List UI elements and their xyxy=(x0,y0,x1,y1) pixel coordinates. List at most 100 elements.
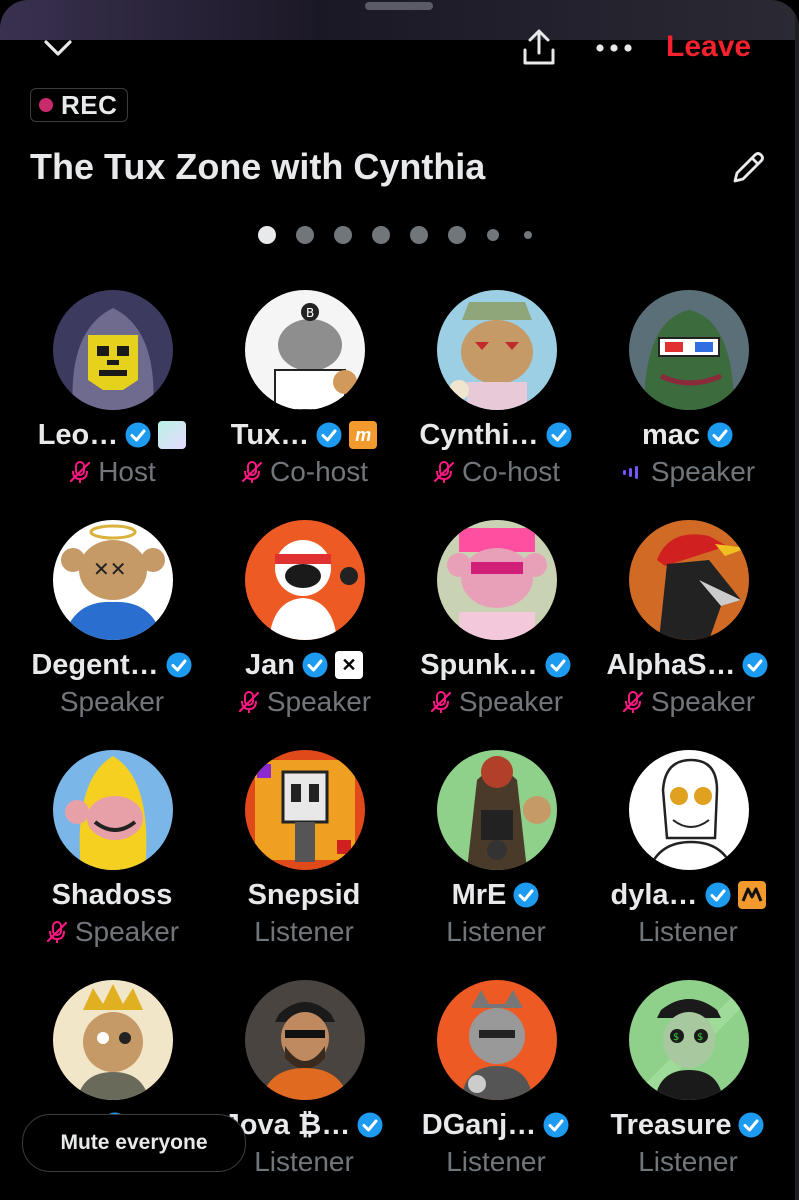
affiliate-m-icon: m xyxy=(349,421,378,449)
participant-tile[interactable]: Cynthi… Co-host xyxy=(400,290,592,510)
participant-name: Cynthi… xyxy=(419,418,539,451)
page-dot[interactable] xyxy=(334,226,352,244)
mute-everyone-button[interactable]: Mute everyone xyxy=(22,1114,246,1172)
participant-name: DGanj… xyxy=(421,1108,537,1141)
participant-tile[interactable]: Snepsid Listener xyxy=(208,750,400,970)
participant-tile[interactable]: ✕✕ Degent… Speaker xyxy=(16,520,208,740)
chevron-down-icon[interactable] xyxy=(40,34,76,64)
mic-off-icon xyxy=(433,461,455,483)
page-dot[interactable] xyxy=(258,226,276,244)
avatar xyxy=(437,750,557,870)
participant-role: Speaker xyxy=(458,686,564,717)
participant-role: Speaker xyxy=(266,686,372,717)
participant-tile[interactable]: Jova ₿… Listener xyxy=(208,980,400,1200)
sheet-grabber[interactable] xyxy=(365,2,433,10)
svg-text:$: $ xyxy=(697,1032,703,1043)
mic-off-icon xyxy=(241,461,263,483)
avatar xyxy=(437,520,557,640)
svg-text:B: B xyxy=(306,306,314,320)
avatar xyxy=(53,290,173,410)
avatar xyxy=(437,980,557,1100)
verified-badge-icon xyxy=(513,882,539,908)
avatar xyxy=(245,520,365,640)
page-indicator xyxy=(258,224,540,246)
participant-tile[interactable]: Leo… Host xyxy=(16,290,208,510)
participant-tile[interactable]: $ $ Treasure Listener xyxy=(592,980,784,1200)
participant-name: Shadoss xyxy=(51,878,173,911)
participant-role: Listener xyxy=(638,916,738,947)
participant-tile[interactable]: MrE Listener xyxy=(400,750,592,970)
participant-role: Listener xyxy=(446,916,546,947)
page-dot[interactable] xyxy=(524,231,532,239)
speaking-indicator-icon xyxy=(622,466,638,479)
participant-role: Listener xyxy=(254,1146,354,1177)
participant-tile[interactable]: Spunk… Speaker xyxy=(400,520,592,740)
participant-role: Speaker xyxy=(650,686,756,717)
rec-label: REC xyxy=(61,89,118,120)
svg-text:✕✕: ✕✕ xyxy=(93,557,127,581)
participant-role: Co-host xyxy=(269,456,369,487)
mic-off-icon xyxy=(46,921,67,943)
avatar xyxy=(629,290,749,410)
participant-role: Listener xyxy=(638,1146,738,1177)
verified-badge-icon xyxy=(545,652,571,678)
avatar: B xyxy=(245,290,365,410)
participant-name: Snepsid xyxy=(247,878,361,911)
avatar xyxy=(245,750,365,870)
verified-badge-icon xyxy=(357,1112,383,1138)
participant-name: Tux… xyxy=(230,418,310,451)
participant-name: mac xyxy=(641,418,701,451)
top-bar: Leave xyxy=(0,24,799,76)
participant-role: Speaker xyxy=(59,686,165,717)
affiliate-gradient-icon xyxy=(158,421,187,449)
participant-tile[interactable]: mac Speaker xyxy=(592,290,784,510)
affiliate-orange-logo-icon xyxy=(737,881,766,909)
verified-badge-icon xyxy=(543,1112,569,1138)
participant-tile[interactable]: Shadoss Speaker xyxy=(16,750,208,970)
avatar xyxy=(629,750,749,870)
participant-tile[interactable]: B Tux… m Co-host xyxy=(208,290,400,510)
verified-badge-icon xyxy=(125,422,151,448)
participant-role: Listener xyxy=(254,916,354,947)
page-dot[interactable] xyxy=(487,229,499,241)
participant-name: Leo… xyxy=(37,418,119,451)
more-options-icon[interactable] xyxy=(594,42,634,54)
participant-name: MrE xyxy=(451,878,507,911)
page-dot[interactable] xyxy=(410,226,428,244)
space-sheet: Leave REC The Tux Zone with Cynthia Leo… xyxy=(0,0,799,1200)
avatar xyxy=(245,980,365,1100)
verified-badge-icon xyxy=(707,422,733,448)
page-dot[interactable] xyxy=(296,226,314,244)
page-dot[interactable] xyxy=(448,226,466,244)
participant-tile[interactable]: Jan ✕ Speaker xyxy=(208,520,400,740)
avatar xyxy=(629,520,749,640)
mic-off-icon xyxy=(70,461,91,483)
participant-tile[interactable]: dyla… Listener xyxy=(592,750,784,970)
participant-tile[interactable]: DGanj… Listener xyxy=(400,980,592,1200)
share-icon[interactable] xyxy=(520,28,558,68)
participant-name: Treasure xyxy=(610,1108,732,1141)
edit-pencil-icon[interactable] xyxy=(728,148,768,188)
participant-tile[interactable]: AlphaS… Speaker xyxy=(592,520,784,740)
avatar xyxy=(437,290,557,410)
record-dot-icon xyxy=(39,98,53,112)
participant-name: Spunk… xyxy=(420,648,538,681)
mic-off-icon xyxy=(430,691,451,713)
page-dot[interactable] xyxy=(372,226,390,244)
avatar: ✕✕ xyxy=(53,520,173,640)
participant-role: Co-host xyxy=(461,456,561,487)
participant-role: Listener xyxy=(446,1146,546,1177)
participant-role: Speaker xyxy=(74,916,180,947)
avatar: $ $ xyxy=(629,980,749,1100)
verified-badge-icon xyxy=(316,422,342,448)
verified-badge-icon xyxy=(546,422,572,448)
participant-name: AlphaS… xyxy=(606,648,736,681)
space-title: The Tux Zone with Cynthia xyxy=(30,146,486,187)
verified-badge-icon xyxy=(302,652,328,678)
verified-badge-icon xyxy=(742,652,768,678)
mic-off-icon xyxy=(622,691,643,713)
leave-button[interactable]: Leave xyxy=(666,30,751,64)
participant-name: Jan xyxy=(245,648,295,681)
svg-text:$: $ xyxy=(673,1032,679,1043)
scrollbar xyxy=(795,0,799,1200)
